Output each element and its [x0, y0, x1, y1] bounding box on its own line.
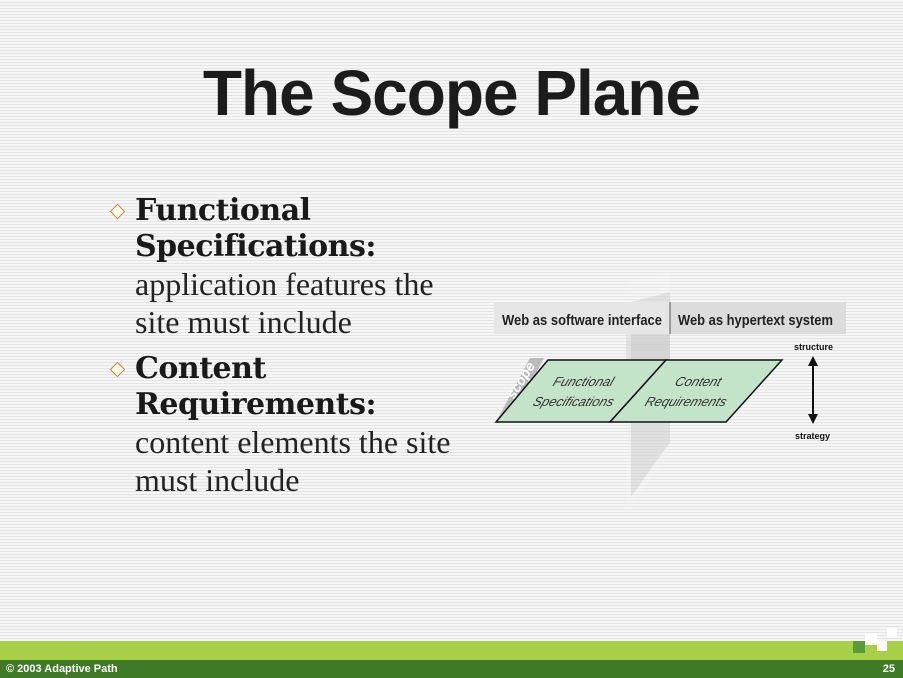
axis-bottom-label: strategy	[795, 431, 830, 441]
decor-square	[887, 628, 897, 638]
cell-left-line1: Functional	[551, 374, 617, 389]
cell-right-line2: Requirements	[643, 394, 729, 409]
bullet-item: Content Requirements: content elements t…	[104, 351, 464, 499]
scope-plane-diagram: Web as software interface Web as hyperte…	[486, 272, 866, 522]
bullet-body: application features the site must inclu…	[135, 266, 434, 340]
slide: The Scope Plane Functional Specification…	[0, 0, 903, 678]
cell-right-line1: Content	[673, 374, 725, 389]
bullet-heading: Functional Specifications:	[135, 193, 376, 264]
axis-top-label: structure	[794, 342, 833, 352]
decor-square	[853, 641, 865, 653]
cell-left-line2: Specifications	[531, 394, 617, 409]
structure-strategy-arrow	[808, 356, 818, 424]
header-left-label: Web as software interface	[502, 312, 662, 329]
copyright-text: © 2003 Adaptive Path	[6, 663, 118, 675]
bullet-body: content elements the site must include	[135, 424, 451, 498]
page-number: 25	[882, 663, 895, 675]
bullet-item: Functional Specifications: application f…	[104, 193, 464, 341]
decor-square	[877, 641, 887, 651]
slide-title: The Scope Plane	[202, 57, 701, 129]
bullet-heading: Content Requirements:	[135, 351, 377, 422]
header-right-label: Web as hypertext system	[678, 312, 833, 329]
footer-bar	[0, 660, 903, 678]
footer-accent-band	[0, 641, 903, 661]
bullet-list: Functional Specifications: application f…	[104, 193, 464, 509]
diamond-bullet-icon	[109, 203, 126, 220]
diamond-bullet-icon	[109, 361, 126, 378]
decor-square	[865, 633, 877, 645]
